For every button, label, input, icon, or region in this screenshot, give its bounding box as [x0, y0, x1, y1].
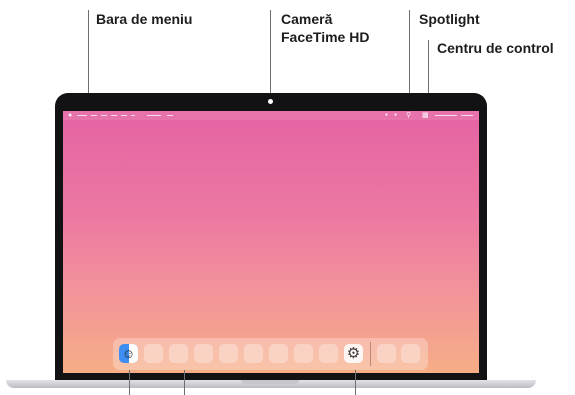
control-center-icon[interactable]: ▩: [422, 111, 429, 120]
dock-app-icon[interactable]: [244, 344, 263, 363]
menu-item[interactable]: [167, 115, 173, 116]
spotlight-search-icon[interactable]: ⚲: [406, 111, 411, 120]
menu-bar-label: Bara de meniu: [96, 11, 193, 27]
status-icon[interactable]: ●: [385, 111, 388, 120]
dock-app-icon[interactable]: [144, 344, 163, 363]
dock-app-icon[interactable]: [269, 344, 288, 363]
desktop-screen: ● ● ● ⚲ ▩ ☺ ⚙: [63, 111, 479, 373]
gear-icon: ⚙: [346, 345, 361, 362]
menu-bar[interactable]: ● ● ● ⚲ ▩: [63, 111, 479, 120]
dock-app-icon[interactable]: [319, 344, 338, 363]
menu-item[interactable]: [111, 115, 117, 116]
menu-item[interactable]: [101, 115, 107, 116]
apple-menu-icon[interactable]: ●: [68, 111, 72, 120]
system-settings-leader: [355, 370, 356, 395]
menu-item[interactable]: [147, 115, 161, 116]
facetime-camera-dot: [268, 99, 273, 104]
dock-app-icon[interactable]: [294, 344, 313, 363]
camera-label-line1: Cameră: [281, 11, 333, 27]
menu-item-app[interactable]: [77, 115, 87, 116]
dock-app-icon[interactable]: [194, 344, 213, 363]
finder-leader: [129, 370, 130, 395]
dock-app-icon[interactable]: [169, 344, 188, 363]
menu-item[interactable]: [121, 115, 127, 116]
dock-leader: [184, 370, 185, 395]
wifi-icon[interactable]: ●: [394, 111, 397, 120]
menu-bar-user[interactable]: [461, 115, 473, 116]
dock-folder-icon[interactable]: [377, 344, 396, 363]
finder-dock-icon[interactable]: ☺: [119, 344, 138, 363]
laptop-lid-notch: [241, 380, 299, 384]
menu-item[interactable]: [131, 115, 135, 116]
system-settings-dock-icon[interactable]: ⚙: [344, 344, 363, 363]
dock-separator: [370, 342, 371, 366]
finder-icon: ☺: [121, 346, 136, 361]
dock-trash-icon[interactable]: [401, 344, 420, 363]
dock-app-icon[interactable]: [219, 344, 238, 363]
menu-bar-clock: [435, 115, 457, 116]
menu-item[interactable]: [91, 115, 97, 116]
spotlight-label: Spotlight: [419, 11, 480, 27]
control-center-label: Centru de control: [437, 40, 554, 56]
camera-leader: [270, 10, 271, 98]
camera-label-line2: FaceTime HD: [281, 29, 370, 45]
dock: ☺ ⚙: [113, 338, 428, 370]
